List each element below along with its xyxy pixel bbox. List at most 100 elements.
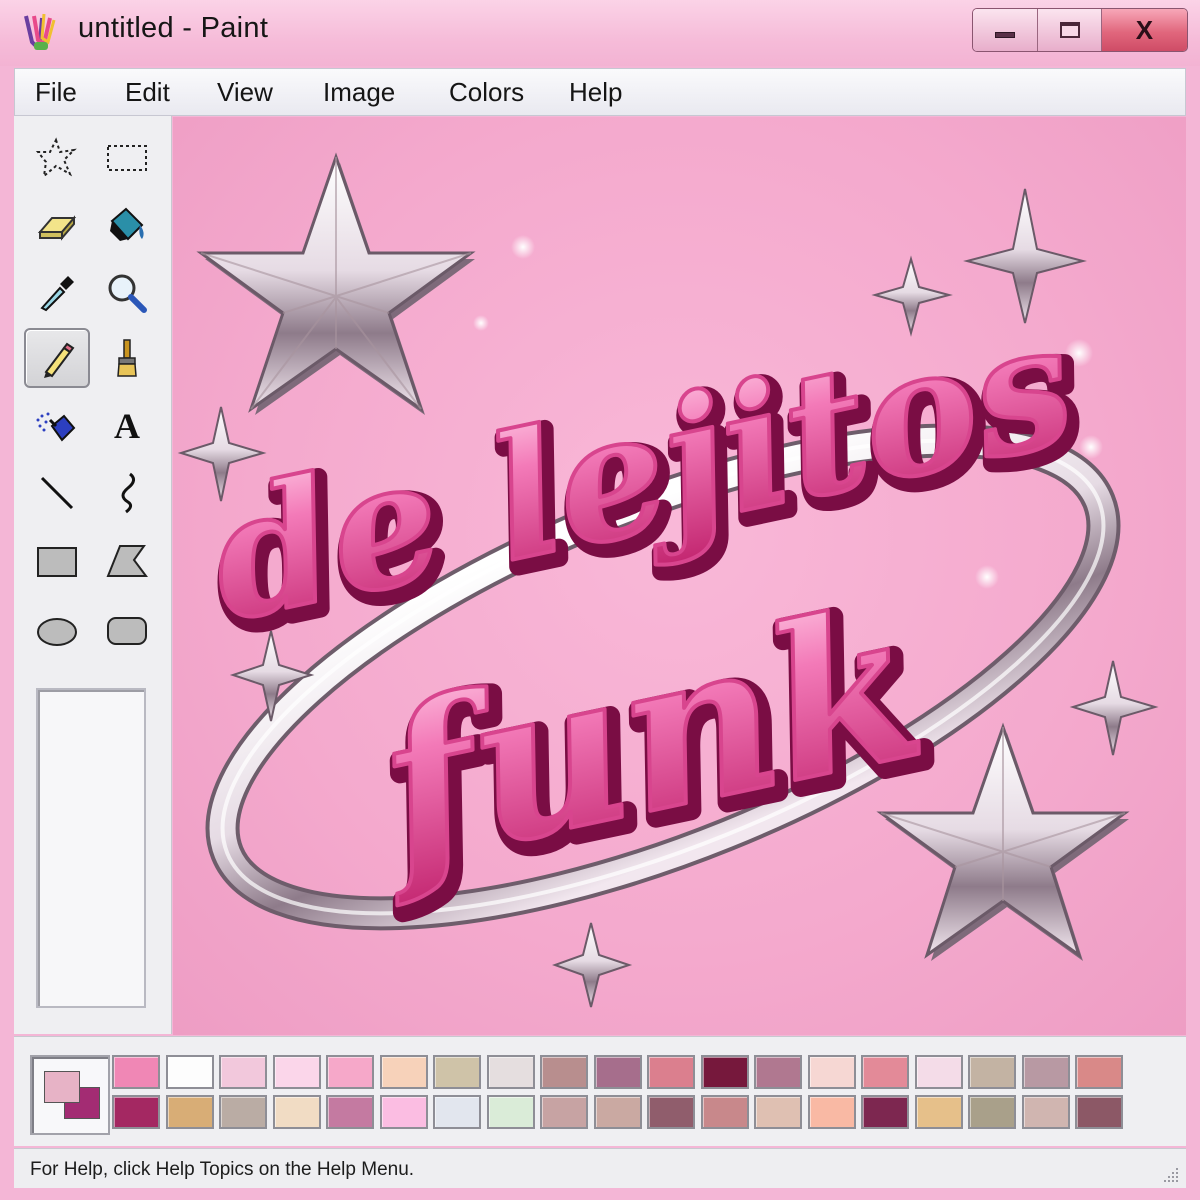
tool-fill-with-color[interactable] [94, 194, 160, 254]
palette-swatch[interactable] [593, 1055, 642, 1089]
free-form-select-icon [35, 137, 77, 179]
palette-swatch[interactable] [593, 1095, 642, 1129]
tool-line[interactable] [24, 462, 90, 522]
palette-swatch[interactable] [700, 1055, 749, 1089]
palette-swatch[interactable] [219, 1055, 267, 1089]
palette-swatch[interactable] [540, 1095, 588, 1129]
palette-swatch[interactable] [1075, 1055, 1123, 1089]
menu-image[interactable]: Image [323, 77, 395, 108]
pencil-icon [44, 342, 75, 378]
palette-swatch[interactable] [379, 1095, 428, 1129]
window-controls: X [972, 8, 1188, 52]
menu-file[interactable]: File [35, 77, 77, 108]
paint-bucket-icon [110, 207, 144, 241]
drawing-canvas[interactable]: de lejitos de lejitos funk funk [173, 117, 1186, 1035]
tool-curve[interactable] [94, 462, 160, 522]
tool-ellipse[interactable] [24, 602, 90, 662]
tool-rounded-rectangle[interactable] [94, 602, 160, 662]
palette-swatch[interactable] [486, 1055, 535, 1089]
big-star-top-left [196, 152, 476, 415]
resize-grip-icon[interactable] [1162, 1166, 1180, 1184]
palette-swatch[interactable] [433, 1095, 481, 1129]
eyedropper-icon [40, 276, 74, 312]
palette-swatch[interactable] [754, 1095, 802, 1129]
rect-select-icon [107, 145, 147, 171]
menu-bar: File Edit View Image Colors Help [14, 68, 1186, 116]
menu-edit[interactable]: Edit [125, 77, 170, 108]
paint-app-icon [24, 13, 56, 50]
sparkle-star [552, 922, 633, 1008]
tool-eraser[interactable] [24, 194, 90, 254]
menu-help[interactable]: Help [569, 77, 622, 108]
tool-brush[interactable] [94, 328, 160, 388]
tool-box: A [14, 116, 172, 1034]
palette-swatch[interactable] [861, 1095, 909, 1129]
title-bar[interactable]: untitled - Paint X [0, 0, 1200, 66]
tool-airbrush[interactable] [24, 396, 90, 456]
tool-pick-color[interactable] [24, 262, 90, 322]
palette-swatch[interactable] [647, 1095, 695, 1129]
magnifier-icon [108, 274, 147, 313]
text-icon: A [114, 406, 140, 446]
window-title: untitled - Paint [78, 12, 269, 44]
rectangle-icon [37, 547, 77, 577]
tool-rectangle[interactable] [24, 532, 90, 592]
status-bar: For Help, click Help Topics on the Help … [14, 1148, 1186, 1188]
brush-icon [117, 339, 137, 377]
palette-swatch[interactable] [272, 1055, 321, 1089]
palette-swatch[interactable] [968, 1095, 1016, 1129]
sparkle-star [1069, 660, 1159, 756]
palette-swatch[interactable] [433, 1055, 481, 1089]
polygon-icon [106, 545, 148, 577]
airbrush-icon [36, 412, 76, 442]
tool-options-box[interactable] [36, 688, 146, 1008]
palette-swatch[interactable] [112, 1095, 160, 1129]
maximize-button[interactable] [1038, 9, 1102, 51]
palette-swatch[interactable] [326, 1095, 374, 1129]
palette-swatch[interactable] [914, 1095, 963, 1129]
tool-polygon[interactable] [94, 532, 160, 592]
status-text: For Help, click Help Topics on the Help … [30, 1159, 415, 1180]
line-icon [40, 476, 74, 510]
minimize-icon [995, 32, 1016, 38]
rounded-rectangle-icon [107, 617, 147, 645]
eraser-icon [37, 215, 77, 241]
palette-swatch[interactable] [540, 1055, 588, 1089]
palette-swatch[interactable] [1021, 1095, 1070, 1129]
menu-view[interactable]: View [217, 77, 273, 108]
palette-swatch[interactable] [379, 1055, 428, 1089]
palette-swatch[interactable] [486, 1095, 535, 1129]
close-icon: X [1135, 15, 1154, 45]
swatch-grid [112, 1055, 1132, 1135]
palette-swatch[interactable] [1021, 1055, 1070, 1089]
palette-swatch[interactable] [219, 1095, 267, 1129]
palette-swatch[interactable] [754, 1055, 802, 1089]
palette-swatch[interactable] [112, 1055, 160, 1089]
tool-pencil[interactable] [24, 328, 90, 388]
maximize-icon [1059, 22, 1080, 38]
palette-swatch[interactable] [807, 1055, 856, 1089]
current-colors-box[interactable] [30, 1055, 110, 1135]
palette-swatch[interactable] [1075, 1095, 1123, 1129]
minimize-button[interactable] [973, 9, 1039, 51]
tool-magnifier[interactable] [94, 262, 160, 322]
palette-swatch[interactable] [861, 1055, 909, 1089]
curve-icon [121, 472, 135, 514]
close-button[interactable]: X [1101, 9, 1187, 51]
ellipse-icon [37, 618, 77, 646]
tool-select[interactable] [94, 128, 160, 188]
canvas-artwork: de lejitos de lejitos funk funk [177, 152, 1159, 1008]
palette-swatch[interactable] [647, 1055, 695, 1089]
palette-swatch[interactable] [914, 1055, 963, 1089]
palette-swatch[interactable] [968, 1055, 1016, 1089]
tool-text[interactable]: A [94, 396, 160, 456]
menu-colors[interactable]: Colors [449, 77, 524, 108]
tool-free-form-select[interactable] [24, 128, 90, 188]
foreground-color-swatch[interactable] [44, 1071, 80, 1103]
palette-swatch[interactable] [807, 1095, 856, 1129]
palette-swatch[interactable] [165, 1055, 214, 1089]
palette-swatch[interactable] [700, 1095, 749, 1129]
palette-swatch[interactable] [272, 1095, 321, 1129]
palette-swatch[interactable] [326, 1055, 374, 1089]
palette-swatch[interactable] [165, 1095, 214, 1129]
